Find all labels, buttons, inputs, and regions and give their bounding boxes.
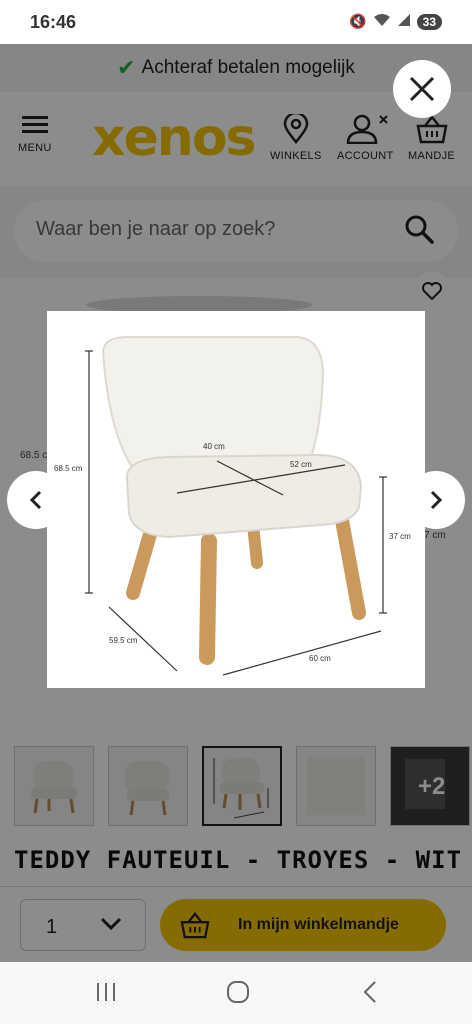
system-icons: 🔇 33: [349, 13, 442, 30]
back-icon: [363, 981, 376, 1003]
chevron-left-icon: [29, 490, 42, 510]
previous-image-button[interactable]: [7, 471, 65, 529]
chair-leg-front-right: [334, 508, 366, 620]
dimension-height-label: 68.5 cm: [54, 464, 83, 473]
lightbox-image: 68.5 cm 40 cm 52 cm 37 cm 59.5 cm 60 cm: [47, 311, 425, 688]
chevron-right-icon: [430, 490, 443, 510]
close-icon: [409, 76, 435, 102]
chair-dimension-image: 68.5 cm 40 cm 52 cm 37 cm 59.5 cm 60 cm: [54, 336, 411, 676]
status-time: 16:46: [30, 12, 77, 32]
next-image-button[interactable]: [407, 471, 465, 529]
chair-seat: [125, 453, 363, 539]
chair-leg-front-left: [199, 533, 217, 665]
close-button[interactable]: [393, 60, 451, 118]
back-button[interactable]: [350, 976, 390, 1008]
recent-apps-icon: [97, 983, 115, 1001]
dimension-seat-width-label: 52 cm: [290, 460, 312, 469]
dimension-seat-height-label: 37 cm: [389, 532, 411, 541]
signal-icon: [397, 13, 411, 30]
dimension-depth-label: 59.5 cm: [109, 636, 138, 645]
home-icon: [227, 981, 249, 1003]
wifi-icon: [373, 13, 391, 30]
battery-badge: 33: [416, 13, 442, 30]
recent-apps-button[interactable]: [86, 976, 126, 1008]
home-button[interactable]: [218, 976, 258, 1008]
dimension-seat-depth-label: 40 cm: [203, 442, 225, 451]
mute-icon: 🔇: [349, 13, 367, 29]
dimension-width-label: 60 cm: [309, 654, 331, 663]
